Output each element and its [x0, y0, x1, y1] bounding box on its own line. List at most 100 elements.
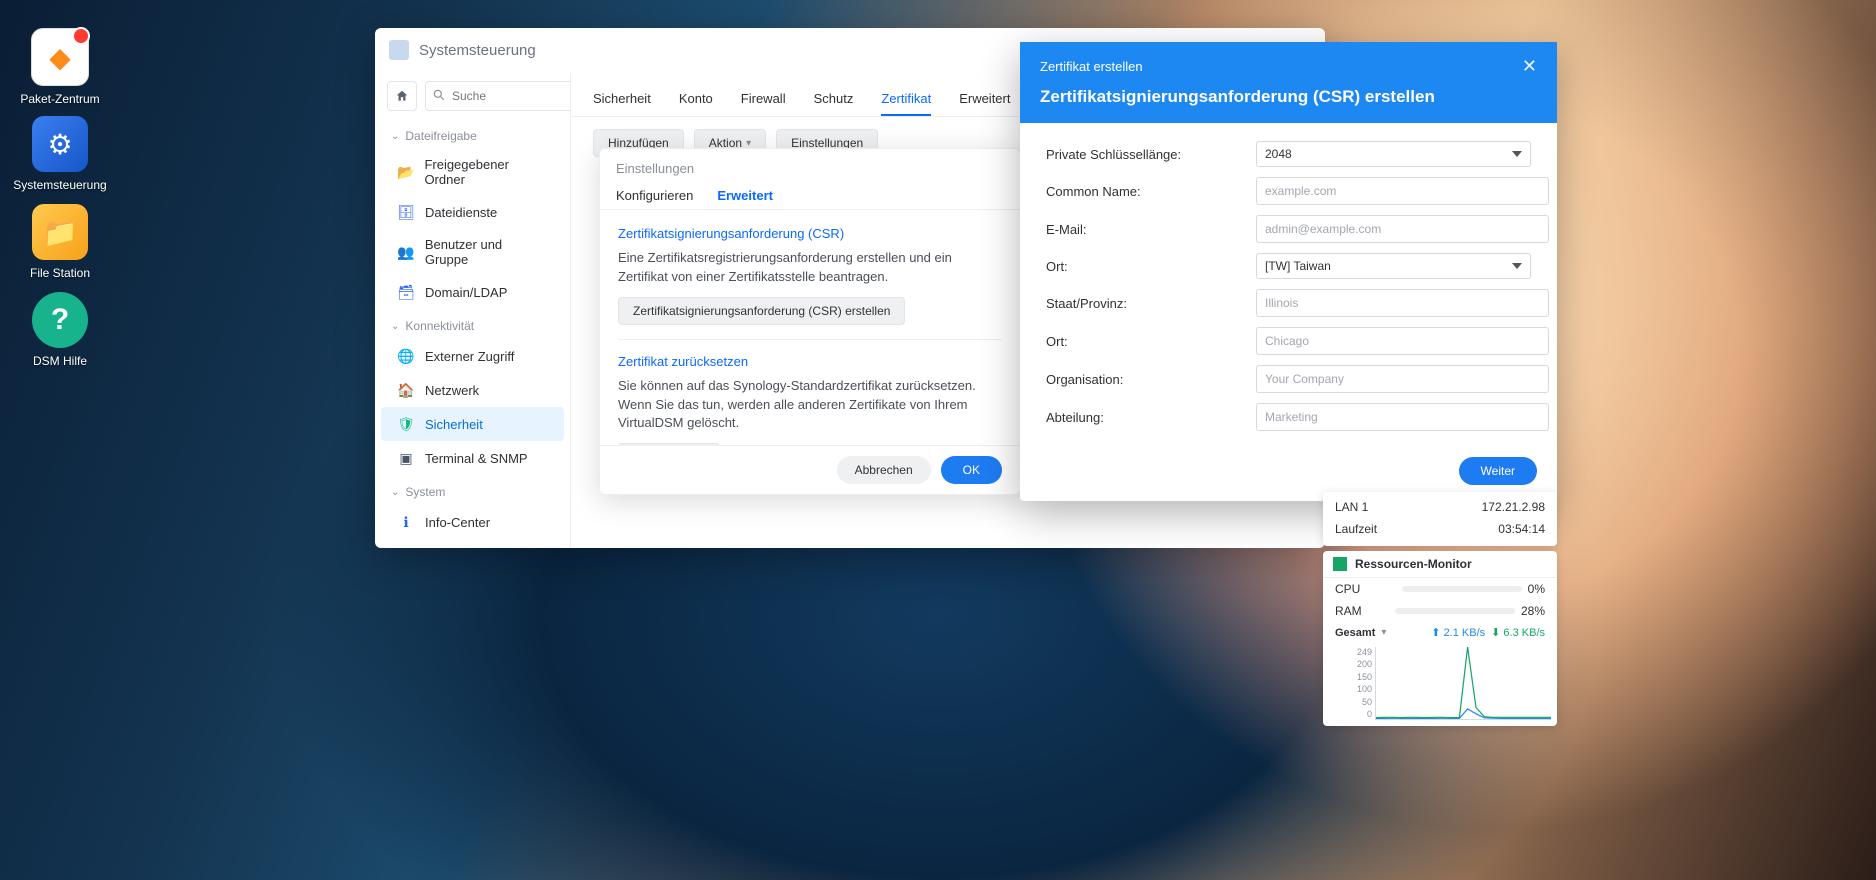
settings-subtabs: Konfigurieren Erweitert	[600, 180, 1020, 210]
desktop-label: File Station	[10, 266, 110, 280]
ok-button[interactable]: OK	[941, 456, 1002, 484]
search-input[interactable]	[425, 81, 571, 111]
csr-window-title: Zertifikat erstellen	[1040, 59, 1143, 74]
side-group-file-sharing[interactable]: ⌄Dateifreigabe	[375, 119, 570, 149]
desktop-label: Systemsteuerung	[10, 178, 110, 192]
subtab-configure[interactable]: Konfigurieren	[616, 188, 693, 203]
reset-section-heading: Zertifikat zurücksetzen	[618, 354, 1002, 369]
chevron-down-icon: ▾	[746, 138, 751, 149]
chevron-down-icon: ▾	[1381, 627, 1386, 638]
sparkline-svg	[1376, 647, 1551, 719]
info-icon: ℹ	[397, 513, 415, 531]
home-button[interactable]	[387, 81, 417, 111]
subtab-advanced[interactable]: Erweitert	[717, 188, 773, 203]
settings-body: Zertifikatsignierungsanforderung (CSR) E…	[600, 210, 1020, 445]
download-rate: ⬇ 6.3 KB/s	[1491, 626, 1545, 639]
sidebar-item-network[interactable]: 🏠Netzwerk	[381, 373, 564, 407]
search-icon	[432, 88, 446, 102]
cpu-label: CPU	[1335, 582, 1360, 596]
cpu-row: CPU 0%	[1323, 578, 1557, 600]
state-input[interactable]	[1256, 289, 1549, 317]
state-label: Staat/Provinz:	[1046, 296, 1256, 311]
csr-modal: Zertifikat erstellen ✕ Zertifikatsignier…	[1020, 42, 1557, 501]
settings-dialog-title: Einstellungen	[600, 149, 1020, 180]
sidebar-item-domain-ldap[interactable]: 🗃 Domain/LDAP	[381, 275, 564, 309]
department-input[interactable]	[1256, 403, 1549, 431]
system-health-widget: LAN 1172.21.2.98 Laufzeit03:54:14	[1323, 492, 1557, 546]
tab-protection[interactable]: Schutz	[814, 83, 854, 116]
common-name-label: Common Name:	[1046, 184, 1256, 199]
close-icon[interactable]: ✕	[1522, 56, 1537, 77]
sidebar-item-security[interactable]: 🛡Sicherheit	[381, 407, 564, 441]
file-service-icon: 🗄	[397, 203, 415, 221]
ram-pct: 28%	[1521, 604, 1545, 618]
globe-icon: 🌐	[397, 347, 415, 365]
chevron-down-icon: ⌄	[391, 131, 399, 142]
email-input[interactable]	[1256, 215, 1549, 243]
uptime-value: 03:54:14	[1498, 522, 1545, 536]
widget-title: Ressourcen-Monitor	[1355, 557, 1472, 571]
sidebar-item-label: Terminal & SNMP	[425, 451, 528, 466]
sidebar-item-shared-folder[interactable]: 📂Freigegebener Ordner	[381, 149, 564, 195]
resource-monitor-widget: Ressourcen-Monitor CPU 0% RAM 28% Gesamt…	[1323, 551, 1557, 726]
tab-advanced[interactable]: Erweitert	[959, 83, 1010, 116]
desktop-icon-package-center[interactable]: ◆ Paket-Zentrum	[10, 28, 110, 106]
app-icon	[389, 40, 409, 60]
side-group-system[interactable]: ⌄System	[375, 475, 570, 505]
tab-account[interactable]: Konto	[679, 83, 713, 116]
desktop-label: DSM Hilfe	[10, 354, 110, 368]
sidebar-item-file-services[interactable]: 🗄Dateidienste	[381, 195, 564, 229]
network-sparkline: 249200150100500	[1375, 647, 1551, 720]
desktop-icon-dsm-help[interactable]: ? DSM Hilfe	[10, 292, 110, 368]
network-row[interactable]: Gesamt▾ ⬆ 2.1 KB/s ⬇ 6.3 KB/s	[1323, 622, 1557, 643]
department-label: Abteilung:	[1046, 410, 1256, 425]
domain-icon: 🗃	[397, 283, 415, 301]
terminal-icon: ▣	[397, 449, 415, 467]
city-input[interactable]	[1256, 327, 1549, 355]
sidebar-item-external-access[interactable]: 🌐 Externer Zugriff	[381, 339, 564, 373]
sidebar-item-label: Domain/LDAP	[425, 285, 507, 300]
notification-badge	[72, 27, 90, 45]
upload-rate: ⬆ 2.1 KB/s	[1431, 626, 1485, 639]
tab-certificate[interactable]: Zertifikat	[881, 83, 931, 116]
sidebar-item-label: Benutzer und Gruppe	[425, 237, 548, 267]
search-wrapper	[425, 81, 558, 111]
side-group-connectivity[interactable]: ⌄Konnektivität	[375, 309, 570, 339]
tab-firewall[interactable]: Firewall	[741, 83, 786, 116]
side-group-label: System	[405, 485, 445, 499]
settings-dialog: Einstellungen Konfigurieren Erweitert Ze…	[599, 148, 1021, 495]
common-name-input[interactable]	[1256, 177, 1549, 205]
y-axis-ticks: 249200150100500	[1332, 647, 1372, 719]
csr-section-heading: Zertifikatsignierungsanforderung (CSR)	[618, 226, 1002, 241]
settings-footer: Abbrechen OK	[600, 445, 1020, 494]
sidebar-item-label: Externer Zugriff	[425, 349, 514, 364]
cancel-button[interactable]: Abbrechen	[837, 456, 931, 484]
key-length-select[interactable]: 2048	[1256, 141, 1531, 167]
key-length-label: Private Schlüssellänge:	[1046, 147, 1256, 162]
sidebar-item-info-center[interactable]: ℹInfo-Center	[381, 505, 564, 539]
sidebar-item-users-groups[interactable]: 👥Benutzer und Gruppe	[381, 229, 564, 275]
divider	[618, 339, 1002, 340]
desktop-icon-file-station[interactable]: 📁 File Station	[10, 204, 110, 280]
window-title: Systemsteuerung	[419, 42, 536, 59]
sidebar-item-label: Netzwerk	[425, 383, 479, 398]
sidebar-item-login-portal[interactable]: ↗Anmeldeportal	[381, 539, 564, 548]
tab-security[interactable]: Sicherheit	[593, 83, 651, 116]
side-group-label: Konnektivität	[405, 319, 474, 333]
package-icon: ◆	[49, 41, 71, 74]
monitor-icon	[1333, 557, 1347, 571]
sidebar-item-terminal-snmp[interactable]: ▣ Terminal & SNMP	[381, 441, 564, 475]
desktop-icon-control-panel[interactable]: ⚙ Systemsteuerung	[10, 116, 110, 192]
next-button[interactable]: Weiter	[1459, 457, 1537, 485]
sidebar-item-label: Sicherheit	[425, 417, 483, 432]
sidebar: ⌄Dateifreigabe 📂Freigegebener Ordner 🗄Da…	[375, 73, 571, 548]
sidebar-item-label: Freigegebener Ordner	[424, 157, 548, 187]
cpu-pct: 0%	[1528, 582, 1545, 596]
create-csr-button[interactable]: Zertifikatsignierungsanforderung (CSR) e…	[618, 297, 905, 325]
organization-label: Organisation:	[1046, 372, 1256, 387]
country-select[interactable]: [TW] Taiwan	[1256, 253, 1531, 279]
organization-input[interactable]	[1256, 365, 1549, 393]
csr-section-text: Eine Zertifikatsregistrierungsanforderun…	[618, 249, 1002, 287]
widget-header[interactable]: Ressourcen-Monitor	[1323, 551, 1557, 578]
csr-form: Private Schlüssellänge: 2048 Common Name…	[1020, 123, 1557, 447]
